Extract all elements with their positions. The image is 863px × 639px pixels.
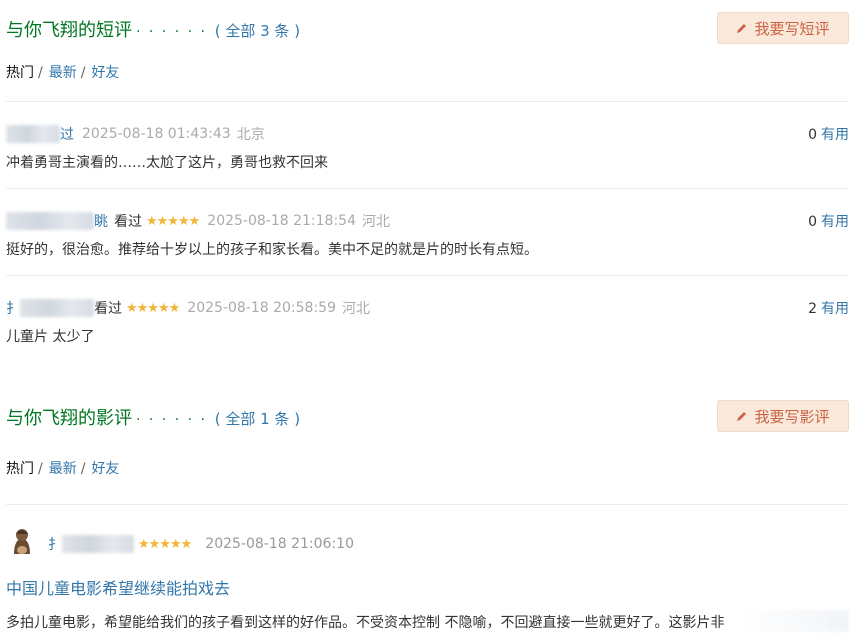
- short-comments-header: 与你飞翔的短评 · · · · · · ( 全部 3 条 ) 我要写短评: [6, 12, 849, 46]
- comment-time: 2025-08-18 01:43:43: [82, 126, 231, 142]
- review-username[interactable]: 扌: [48, 534, 62, 554]
- useful-button[interactable]: 有用: [821, 301, 849, 317]
- comment-username[interactable]: 扌: [6, 298, 20, 318]
- comment-text: 挺好的，很治愈。推荐给十岁以上的孩子和家长看。美中不足的就是片的时长有点短。: [6, 242, 538, 258]
- tab-separator: /: [80, 65, 86, 81]
- tab-hot[interactable]: 热门: [6, 65, 34, 81]
- count-open: (: [214, 410, 221, 428]
- vote-count: 0: [808, 214, 817, 230]
- comment-username[interactable]: 眺: [94, 211, 108, 231]
- tab-latest[interactable]: 最新: [49, 65, 77, 81]
- blurred-username: [20, 299, 94, 317]
- short-comments-count: ( 全部 3 条 ): [215, 22, 300, 40]
- short-comments-title: 与你飞翔的短评 · · · · · · ( 全部 3 条 ): [6, 16, 300, 42]
- comment-username[interactable]: 过: [60, 124, 74, 144]
- tab-separator: /: [38, 65, 43, 81]
- tab-separator: /: [80, 461, 86, 477]
- review-meta: 扌 ★★★★★ 2025-08-18 21:06:10: [48, 534, 354, 554]
- blurred-overlay: [739, 610, 849, 632]
- write-review-label: 我要写影评: [754, 407, 830, 426]
- blurred-username: [62, 535, 134, 553]
- blurred-username: [6, 125, 60, 143]
- tab-friends[interactable]: 好友: [91, 65, 119, 81]
- tab-hot[interactable]: 热门: [6, 461, 34, 477]
- count-close: ): [294, 410, 301, 428]
- blurred-username: [6, 212, 94, 230]
- title-dots: · · · · · ·: [136, 24, 207, 40]
- reviews-title: 与你飞翔的影评 · · · · · · ( 全部 1 条 ): [6, 404, 300, 430]
- all-short-comments-link[interactable]: 全部 3 条: [225, 22, 289, 40]
- comment-location: 河北: [361, 214, 390, 230]
- reviews-title-text: 与你飞翔的影评: [6, 408, 132, 429]
- comment-location: 北京: [236, 127, 265, 143]
- count-close: ): [294, 22, 301, 40]
- comment-location: 河北: [341, 301, 370, 317]
- divider: [6, 504, 849, 505]
- rating-stars-icon: ★★★★★: [146, 213, 200, 229]
- comment-text: 冲着勇哥主演看的……太尬了这片，勇哥也救不回来: [6, 155, 328, 171]
- write-short-comment-button[interactable]: 我要写短评: [717, 12, 849, 44]
- tab-separator: /: [38, 461, 43, 477]
- write-short-comment-label: 我要写短评: [754, 19, 830, 38]
- comment-time: 2025-08-18 21:18:54: [207, 213, 356, 229]
- avatar-icon[interactable]: [8, 524, 36, 558]
- write-review-button[interactable]: 我要写影评: [717, 400, 849, 432]
- review-time: 2025-08-18 21:06:10: [205, 536, 354, 552]
- comment-meta: 眺 看过 ★★★★★ 2025-08-18 21:18:54 河北: [6, 211, 390, 231]
- short-comments-tabs: 热门 / 最新 / 好友: [6, 62, 119, 82]
- rating-stars-icon: ★★★★★: [126, 300, 180, 316]
- comment-votes: 0 有用: [808, 211, 849, 231]
- pencil-icon: [737, 412, 747, 421]
- comment-votes: 2 有用: [808, 298, 849, 318]
- rating-stars-icon: ★★★★★: [138, 536, 192, 552]
- reviews-count: ( 全部 1 条 ): [215, 410, 300, 428]
- comment-meta: 扌 看过 ★★★★★ 2025-08-18 20:58:59 河北: [6, 298, 370, 318]
- comment-item: 过 2025-08-18 01:43:43 北京 0 有用 冲着勇哥主演看的……太…: [6, 102, 849, 188]
- pencil-icon: [737, 24, 747, 33]
- comment-text: 儿童片 太少了: [6, 329, 95, 345]
- useful-button[interactable]: 有用: [821, 214, 849, 230]
- vote-count: 2: [808, 301, 817, 317]
- title-dots: · · · · · ·: [136, 412, 207, 428]
- comment-meta: 过 2025-08-18 01:43:43 北京: [6, 124, 265, 144]
- vote-count: 0: [808, 127, 817, 143]
- review-title-link[interactable]: 中国儿童电影希望继续能拍戏去: [6, 575, 230, 599]
- comment-votes: 0 有用: [808, 124, 849, 144]
- short-comments-title-text: 与你飞翔的短评: [6, 20, 132, 41]
- comment-item: 眺 看过 ★★★★★ 2025-08-18 21:18:54 河北 0 有用 挺好…: [6, 189, 849, 275]
- reviews-tabs: 热门 / 最新 / 好友: [6, 458, 119, 478]
- useful-button[interactable]: 有用: [821, 127, 849, 143]
- comment-item: 扌 看过 ★★★★★ 2025-08-18 20:58:59 河北 2 有用 儿童…: [6, 276, 849, 362]
- comment-status: 看过: [94, 301, 122, 317]
- review-excerpt: 多拍儿童电影，希望能给我们的孩子看到这样的好作品。不受资本控制 不隐喻，不回避直…: [6, 615, 725, 631]
- tab-friends[interactable]: 好友: [91, 461, 119, 477]
- all-reviews-link[interactable]: 全部 1 条: [225, 410, 289, 428]
- reviews-header: 与你飞翔的影评 · · · · · · ( 全部 1 条 ) 我要写影评: [6, 400, 849, 434]
- count-open: (: [214, 22, 221, 40]
- comment-time: 2025-08-18 20:58:59: [187, 300, 336, 316]
- tab-latest[interactable]: 最新: [49, 461, 77, 477]
- comment-status: 看过: [114, 214, 142, 230]
